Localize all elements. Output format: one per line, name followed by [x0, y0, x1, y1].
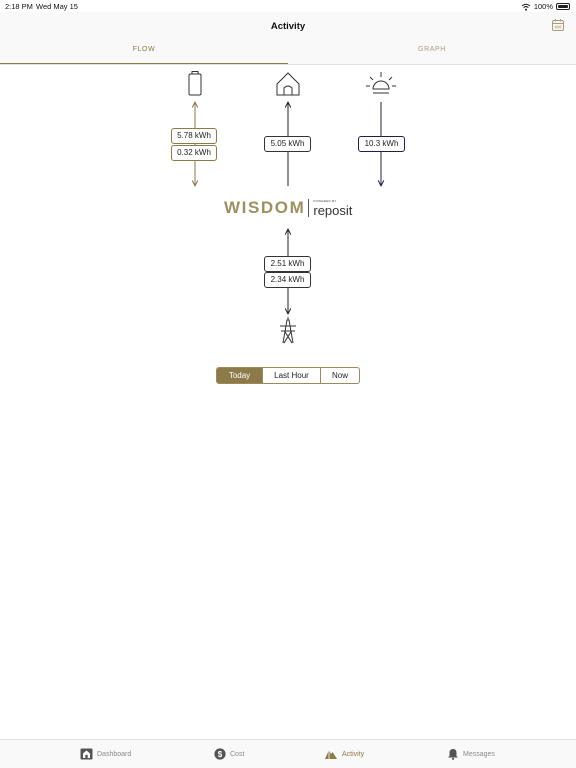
logo-divider [308, 199, 310, 217]
battery-icon [188, 71, 202, 96]
grid-export-value: 2.34 kWh [264, 272, 311, 288]
tab-cost-label: Cost [230, 750, 245, 758]
nav-bar: Activity FLOW GRAPH [0, 12, 576, 65]
logo-partner-block: POWERED BY reposit [313, 199, 353, 218]
tab-flow[interactable]: FLOW [0, 46, 288, 53]
period-now-button[interactable]: Now [320, 368, 359, 383]
home-consumption-value: 5.05 kWh [264, 136, 311, 152]
tab-graph[interactable]: GRAPH [288, 46, 576, 53]
battery-discharge-value: 0.32 kWh [171, 145, 217, 161]
status-time: 2:18 PM [5, 2, 33, 11]
bell-icon [448, 749, 458, 760]
power-tower-icon [280, 317, 296, 344]
solar-generation-value: 10.3 kWh [358, 136, 405, 152]
wisdom-logo: WISDOM POWERED BY reposit [224, 197, 352, 219]
tab-dashboard[interactable]: Dashboard [80, 748, 131, 760]
logo-brand: WISDOM [224, 198, 306, 217]
battery-status-icon [556, 3, 570, 10]
bottom-tab-bar: Dashboard $ Cost Activity Messages [0, 739, 576, 768]
activity-icon [325, 750, 337, 759]
logo-partner: reposit [313, 202, 353, 218]
dollar-coin-icon: $ [214, 748, 226, 760]
status-date: Wed May 15 [36, 2, 78, 11]
page-title: Activity [270, 21, 306, 32]
grid-import-value: 2.51 kWh [264, 256, 311, 272]
tab-messages[interactable]: Messages [447, 748, 495, 760]
sun-icon [366, 72, 396, 94]
status-bar: 2:18 PM Wed May 15 100% [0, 0, 576, 12]
svg-text:$: $ [218, 750, 223, 759]
period-last-hour-button[interactable]: Last Hour [262, 368, 320, 383]
battery-percent: 100% [533, 2, 553, 11]
wifi-icon [521, 3, 531, 11]
calendar-icon[interactable] [551, 18, 565, 32]
tab-cost[interactable]: $ Cost [214, 748, 244, 760]
house-icon [80, 748, 93, 760]
tab-dashboard-label: Dashboard [97, 750, 132, 758]
tab-messages-label: Messages [463, 750, 495, 758]
tab-activity-label: Activity [342, 750, 365, 758]
period-selector: Today Last Hour Now [216, 367, 360, 384]
status-indicators: 100% [521, 2, 570, 11]
battery-charge-value: 5.78 kWh [171, 128, 217, 144]
house-icon [276, 72, 300, 96]
period-today-button[interactable]: Today [217, 368, 262, 383]
tab-activity[interactable]: Activity [324, 748, 364, 760]
